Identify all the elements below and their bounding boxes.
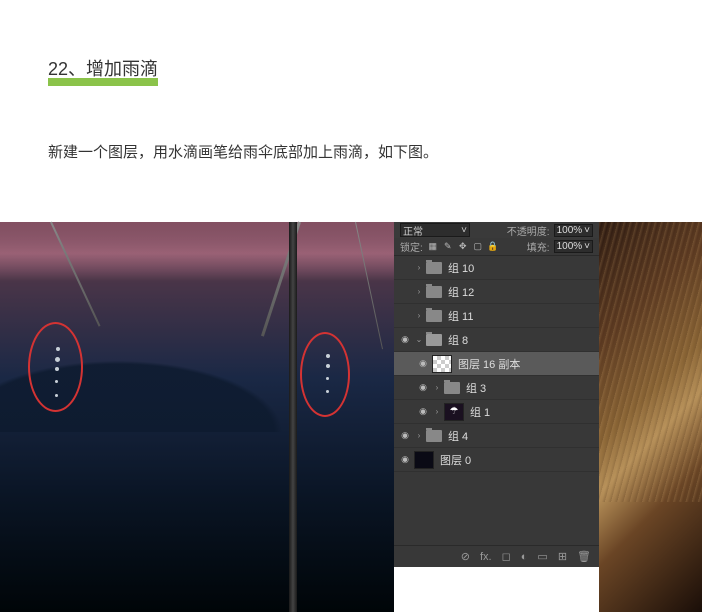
visibility-toggle[interactable] — [398, 333, 412, 347]
tutorial-screenshot: 正常˅ 不透明度: 100%˅ 锁定: ▦ ✎ ✥ ▢ 🔒 填充: 100%˅ — [0, 222, 702, 612]
layer-fx-icon[interactable]: fx. — [480, 551, 492, 563]
visibility-toggle[interactable] — [416, 405, 430, 419]
raindrop — [55, 367, 59, 371]
folder-icon — [426, 310, 442, 322]
canvas-preview-right — [599, 222, 702, 612]
raindrop — [55, 357, 60, 362]
lock-transparency-icon[interactable]: ▦ — [427, 241, 439, 253]
expand-arrow-icon[interactable]: › — [414, 431, 424, 440]
layer-row[interactable]: › 组 1 — [394, 400, 599, 424]
layer-name: 组 10 — [448, 260, 474, 276]
opacity-value[interactable]: 100%˅ — [554, 224, 593, 237]
visibility-toggle[interactable] — [416, 381, 430, 395]
layer-thumbnail — [414, 451, 434, 469]
expand-arrow-icon[interactable]: ⌄ — [414, 335, 424, 344]
layers-panel: 正常˅ 不透明度: 100%˅ 锁定: ▦ ✎ ✥ ▢ 🔒 填充: 100%˅ — [394, 222, 599, 567]
new-group-icon[interactable]: ▭ — [537, 550, 547, 563]
raindrop — [326, 377, 329, 380]
layer-row[interactable]: 图层 0 — [394, 448, 599, 472]
layer-name: 图层 0 — [440, 452, 471, 468]
adjustment-layer-icon[interactable]: ◐ — [521, 551, 528, 563]
blend-mode-select[interactable]: 正常˅ — [400, 223, 470, 237]
layer-name: 组 1 — [470, 404, 490, 420]
layer-row[interactable]: › 组 11 — [394, 304, 599, 328]
delete-layer-icon[interactable]: 🗑 — [577, 550, 591, 563]
expand-arrow-icon[interactable]: › — [432, 407, 442, 416]
lock-label: 锁定: — [400, 239, 423, 254]
canvas-preview-left — [0, 222, 394, 612]
lock-artboard-icon[interactable]: ▢ — [472, 241, 484, 253]
raindrop — [326, 354, 330, 358]
visibility-toggle[interactable] — [398, 285, 412, 299]
fill-value[interactable]: 100%˅ — [554, 240, 593, 253]
layers-panel-footer: ⊘ fx. ◻ ◐ ▭ ⊞ 🗑 — [394, 545, 599, 567]
layer-name: 图层 16 副本 — [458, 356, 520, 372]
layer-mask-icon[interactable]: ◻ — [502, 550, 511, 563]
chevron-down-icon: ˅ — [461, 225, 467, 236]
expand-arrow-icon[interactable]: › — [432, 383, 442, 392]
raindrop — [55, 380, 58, 383]
umbrella-pole — [289, 222, 297, 612]
step-title: 22、增加雨滴 — [48, 60, 158, 86]
layer-name: 组 11 — [448, 308, 473, 324]
folder-open-icon — [426, 334, 442, 346]
folder-icon — [444, 382, 460, 394]
folder-icon — [426, 262, 442, 274]
raindrop — [56, 347, 60, 351]
folder-icon — [426, 430, 442, 442]
layer-name: 组 4 — [448, 428, 468, 444]
layer-name: 组 8 — [448, 332, 468, 348]
layer-row-selected[interactable]: 图层 16 副本 — [394, 352, 599, 376]
visibility-toggle[interactable] — [416, 357, 430, 371]
raindrop — [55, 394, 58, 397]
new-layer-icon[interactable]: ⊞ — [558, 550, 567, 563]
layer-thumbnail — [432, 355, 452, 373]
lock-move-icon[interactable]: ✥ — [457, 241, 469, 253]
layer-row[interactable]: ⌄ 组 8 — [394, 328, 599, 352]
layer-name: 组 3 — [466, 380, 486, 396]
link-layers-icon[interactable]: ⊘ — [461, 550, 470, 563]
expand-arrow-icon[interactable]: › — [414, 263, 424, 272]
layer-row[interactable]: › 组 12 — [394, 280, 599, 304]
raindrop — [326, 364, 330, 368]
visibility-toggle[interactable] — [398, 453, 412, 467]
visibility-toggle[interactable] — [398, 429, 412, 443]
expand-arrow-icon[interactable]: › — [414, 287, 424, 296]
lock-brush-icon[interactable]: ✎ — [442, 241, 454, 253]
visibility-toggle[interactable] — [398, 309, 412, 323]
visibility-toggle[interactable] — [398, 261, 412, 275]
raindrop — [326, 390, 329, 393]
lock-all-icon[interactable]: 🔒 — [487, 241, 499, 253]
fill-label: 填充: — [527, 239, 550, 254]
layer-row[interactable]: › 组 4 — [394, 424, 599, 448]
layer-row[interactable]: › 组 3 — [394, 376, 599, 400]
layer-name: 组 12 — [448, 284, 474, 300]
layer-row[interactable]: › 组 10 — [394, 256, 599, 280]
annotation-circle — [300, 332, 350, 417]
expand-arrow-icon[interactable]: › — [414, 311, 424, 320]
layer-thumbnail — [444, 403, 464, 421]
step-description: 新建一个图层，用水滴画笔给雨伞底部加上雨滴，如下图。 — [48, 141, 654, 162]
opacity-label: 不透明度: — [507, 223, 550, 238]
folder-icon — [426, 286, 442, 298]
